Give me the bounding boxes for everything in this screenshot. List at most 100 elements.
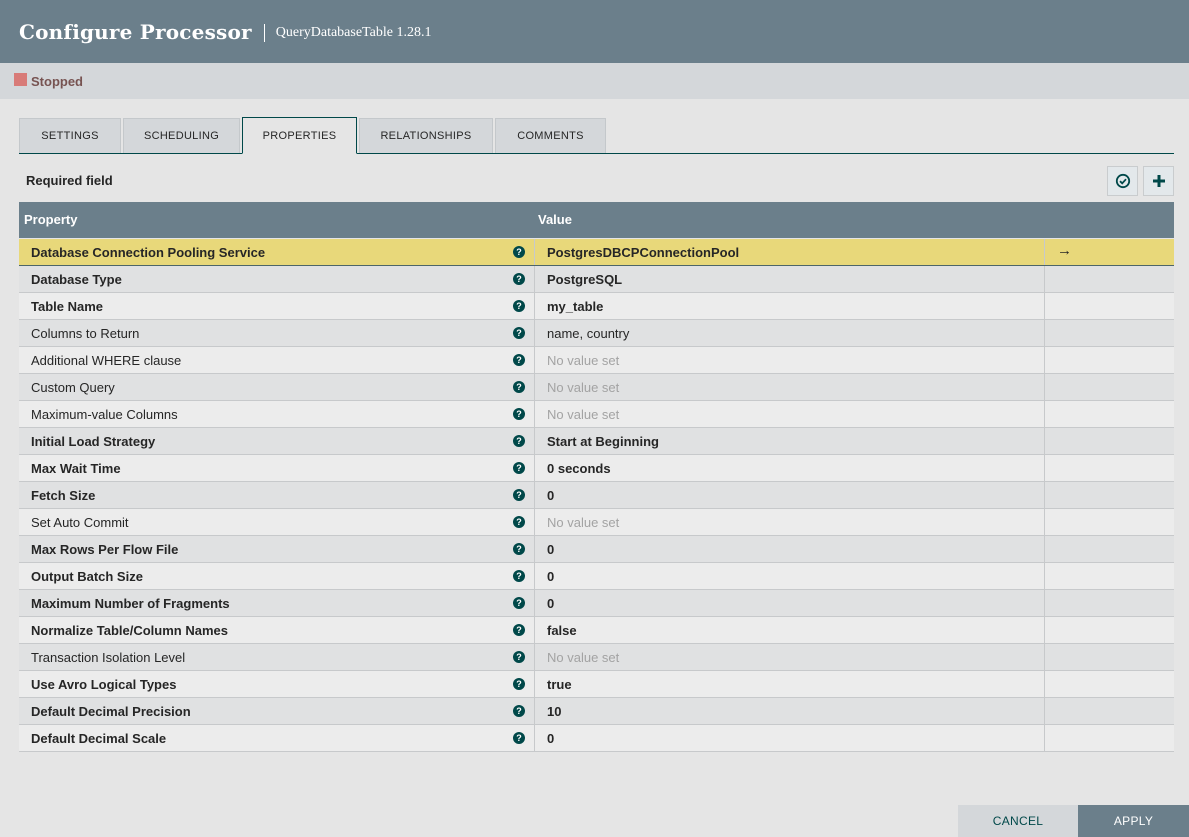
table-row[interactable]: Default Decimal Scale? 0 [19,725,1174,752]
help-icon[interactable]: ? [513,489,525,501]
property-value-cell[interactable]: 0 [534,482,1045,508]
property-value: Start at Beginning [547,434,659,449]
property-name: Output Batch Size [31,569,143,584]
property-name: Transaction Isolation Level [31,650,186,665]
property-name: Fetch Size [31,488,96,503]
table-row[interactable]: Output Batch Size? 0 [19,563,1174,590]
property-value-cell[interactable]: No value set [534,374,1045,400]
property-value-cell[interactable]: 0 [534,536,1045,562]
property-value-cell[interactable]: No value set [534,401,1045,427]
check-circle-icon [1115,173,1130,189]
property-name: Database Connection Pooling Service [31,245,266,260]
tab-properties[interactable]: PROPERTIES [242,117,357,154]
table-row[interactable]: Table Name? my_table [19,293,1174,320]
table-row[interactable]: Initial Load Strategy? Start at Beginning [19,428,1174,455]
property-value-cell[interactable]: 10 [534,698,1045,724]
required-field-label: Required field [26,173,113,188]
property-value: true [547,677,572,692]
property-value-cell[interactable]: PostgresDBCPConnectionPool [534,239,1045,265]
property-value-cell[interactable]: Start at Beginning [534,428,1045,454]
property-value-cell[interactable]: No value set [534,347,1045,373]
property-name: Set Auto Commit [31,515,129,530]
property-name: Additional WHERE clause [31,353,182,368]
table-row[interactable]: Set Auto Commit? No value set [19,509,1174,536]
table-row[interactable]: Max Rows Per Flow File? 0 [19,536,1174,563]
property-value: PostgresDBCPConnectionPool [547,245,740,260]
table-row[interactable]: Custom Query? No value set [19,374,1174,401]
property-value-cell[interactable]: true [534,671,1045,697]
help-icon[interactable]: ? [513,381,525,393]
table-row[interactable]: Transaction Isolation Level? No value set [19,644,1174,671]
property-value: 0 [547,488,555,503]
tab-bar: SETTINGS SCHEDULING PROPERTIES RELATIONS… [19,117,1174,154]
property-value-cell[interactable]: 0 [534,725,1045,751]
help-icon[interactable]: ? [513,570,525,582]
property-value-cell[interactable]: PostgreSQL [534,266,1045,292]
tab-settings[interactable]: SETTINGS [19,118,121,153]
add-property-button[interactable] [1143,166,1174,196]
tab-relationships[interactable]: RELATIONSHIPS [359,118,493,153]
table-row[interactable]: Use Avro Logical Types? true [19,671,1174,698]
help-icon[interactable]: ? [513,327,525,339]
table-row[interactable]: Normalize Table/Column Names? false [19,617,1174,644]
property-value-cell[interactable]: my_table [534,293,1045,319]
help-icon[interactable]: ? [513,246,525,258]
help-icon[interactable]: ? [513,732,525,744]
property-name: Max Rows Per Flow File [31,542,179,557]
property-value-cell[interactable]: name, country [534,320,1045,346]
cancel-button[interactable]: CANCEL [958,805,1078,837]
status-bar: Stopped [0,63,1189,99]
go-to-service-icon[interactable]: → [1057,242,1072,259]
property-value-cell[interactable]: No value set [534,509,1045,535]
help-icon[interactable]: ? [513,435,525,447]
table-row[interactable]: Database Connection Pooling Service? Post… [19,239,1174,266]
tab-comments[interactable]: COMMENTS [495,118,606,153]
column-header-value[interactable]: Value [538,212,572,227]
table-row[interactable]: Default Decimal Precision? 10 [19,698,1174,725]
property-value: No value set [547,353,620,368]
properties-table: Property Value Database Connection Pooli… [19,202,1174,752]
property-value: 0 [547,542,555,557]
help-icon[interactable]: ? [513,408,525,420]
property-name: Default Decimal Precision [31,704,191,719]
help-icon[interactable]: ? [513,705,525,717]
property-name: Maximum-value Columns [31,407,178,422]
help-icon[interactable]: ? [513,273,525,285]
property-value: name, country [547,326,630,341]
property-value: my_table [547,299,604,314]
property-name: Initial Load Strategy [31,434,156,449]
verify-properties-button[interactable] [1107,166,1138,196]
help-icon[interactable]: ? [513,300,525,312]
apply-button[interactable]: APPLY [1078,805,1189,837]
table-row[interactable]: Columns to Return? name, country [19,320,1174,347]
table-row[interactable]: Max Wait Time? 0 seconds [19,455,1174,482]
table-row[interactable]: Maximum Number of Fragments? 0 [19,590,1174,617]
property-value-cell[interactable]: false [534,617,1045,643]
table-row[interactable]: Additional WHERE clause? No value set [19,347,1174,374]
property-value: 0 [547,596,555,611]
help-icon[interactable]: ? [513,678,525,690]
property-value: No value set [547,515,620,530]
column-header-property[interactable]: Property [24,212,77,227]
property-value-cell[interactable]: No value set [534,644,1045,670]
property-value-cell[interactable]: 0 seconds [534,455,1045,481]
table-row[interactable]: Fetch Size? 0 [19,482,1174,509]
table-row[interactable]: Database Type? PostgreSQL [19,266,1174,293]
property-value-cell[interactable]: 0 [534,563,1045,589]
property-name: Normalize Table/Column Names [31,623,228,638]
property-name: Maximum Number of Fragments [31,596,230,611]
help-icon[interactable]: ? [513,354,525,366]
help-icon[interactable]: ? [513,462,525,474]
property-value: 10 [547,704,562,719]
help-icon[interactable]: ? [513,651,525,663]
property-value: 0 [547,731,555,746]
help-icon[interactable]: ? [513,597,525,609]
help-icon[interactable]: ? [513,624,525,636]
help-icon[interactable]: ? [513,516,525,528]
table-row[interactable]: Maximum-value Columns? No value set [19,401,1174,428]
tab-scheduling[interactable]: SCHEDULING [123,118,240,153]
property-value-cell[interactable]: 0 [534,590,1045,616]
property-name: Custom Query [31,380,115,395]
help-icon[interactable]: ? [513,543,525,555]
property-value: PostgreSQL [547,272,623,287]
